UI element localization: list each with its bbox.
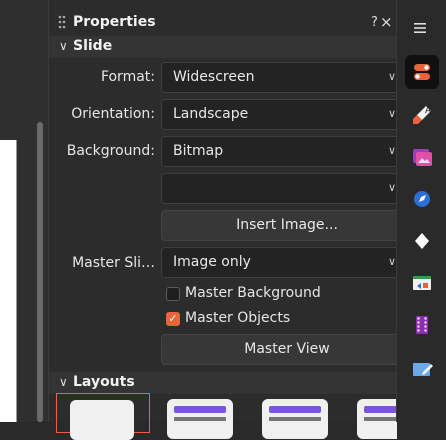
layout-thumb-title-content[interactable]: [167, 399, 233, 439]
diamond-icon: [415, 233, 429, 249]
image-gallery-icon: [413, 149, 432, 166]
orientation-label: Orientation:: [71, 106, 155, 122]
slide-canvas[interactable]: [0, 140, 17, 422]
panel-title: Properties: [73, 14, 156, 30]
layout-thumb-blank[interactable]: [56, 393, 150, 440]
background-value: Bitmap: [173, 143, 224, 159]
checkmark-icon: ✓: [168, 312, 178, 325]
help-button[interactable]: ?: [371, 15, 378, 30]
sidebar-item-shapes[interactable]: [405, 224, 439, 258]
properties-panel: Properties ? × ∨ Slide Format: Widescree…: [48, 0, 413, 440]
insert-image-button[interactable]: Insert Image...: [161, 210, 413, 241]
chevron-down-icon: ∨: [387, 70, 396, 83]
orientation-select[interactable]: Landscape ∨: [161, 99, 399, 130]
master-slide-value: Image only: [173, 254, 251, 270]
format-value: Widescreen: [173, 69, 255, 85]
master-background-label[interactable]: Master Background: [185, 285, 321, 301]
slide-section-title: Slide: [73, 38, 113, 54]
format-select[interactable]: Widescreen ∨: [161, 62, 399, 93]
orientation-value: Landscape: [173, 106, 249, 122]
close-button[interactable]: ×: [380, 13, 393, 31]
hamburger-menu-icon[interactable]: [414, 22, 426, 34]
background-select[interactable]: Bitmap ∨: [161, 136, 399, 167]
slide-transition-icon: [413, 276, 431, 290]
layouts-section-title: Layouts: [73, 374, 135, 390]
master-objects-checkbox[interactable]: ✓: [166, 312, 180, 326]
collapse-chevron-icon: ∨: [59, 375, 68, 389]
film-strip-icon: [416, 316, 428, 334]
format-label: Format:: [100, 69, 155, 85]
sidebar-tabbar: A: [396, 0, 446, 422]
sidebar-item-animation[interactable]: [405, 308, 439, 342]
paintbrush-icon: A: [413, 106, 432, 124]
sidebar-item-navigator[interactable]: [405, 182, 439, 216]
master-background-checkbox[interactable]: [166, 287, 180, 301]
master-view-button[interactable]: Master View: [161, 334, 413, 365]
drag-handle-icon[interactable]: [58, 15, 66, 29]
sidebar-item-master-slides[interactable]: [405, 352, 439, 386]
sidebar-item-styles[interactable]: A: [405, 98, 439, 132]
layout-thumb-title-two-content[interactable]: [357, 399, 397, 439]
chevron-down-icon: ∨: [387, 107, 396, 120]
sidebar-item-slide-transition[interactable]: [405, 266, 439, 300]
compass-icon: [414, 191, 430, 207]
sidebar-item-properties[interactable]: [405, 55, 439, 89]
edit-slide-icon: [413, 363, 433, 376]
master-objects-label[interactable]: Master Objects: [185, 310, 290, 326]
layout-thumb-title-content-2[interactable]: [262, 399, 328, 439]
master-slide-select[interactable]: Image only ∨: [161, 247, 399, 278]
svg-text:A: A: [425, 106, 432, 116]
chevron-down-icon: ∨: [387, 181, 396, 194]
collapse-chevron-icon: ∨: [59, 39, 68, 53]
slide-section-header[interactable]: ∨ Slide: [49, 36, 397, 58]
sidebar-item-gallery[interactable]: [405, 140, 439, 174]
bitmap-select[interactable]: ∨: [161, 173, 399, 204]
master-slide-label: Master Sli…: [72, 255, 155, 271]
chevron-down-icon: ∨: [387, 144, 396, 157]
toggle-sliders-icon: [414, 64, 430, 80]
layouts-section-header[interactable]: ∨ Layouts: [49, 372, 397, 394]
chevron-down-icon: ∨: [387, 255, 396, 268]
background-label: Background:: [66, 143, 155, 159]
vertical-scrollbar[interactable]: [37, 122, 43, 422]
